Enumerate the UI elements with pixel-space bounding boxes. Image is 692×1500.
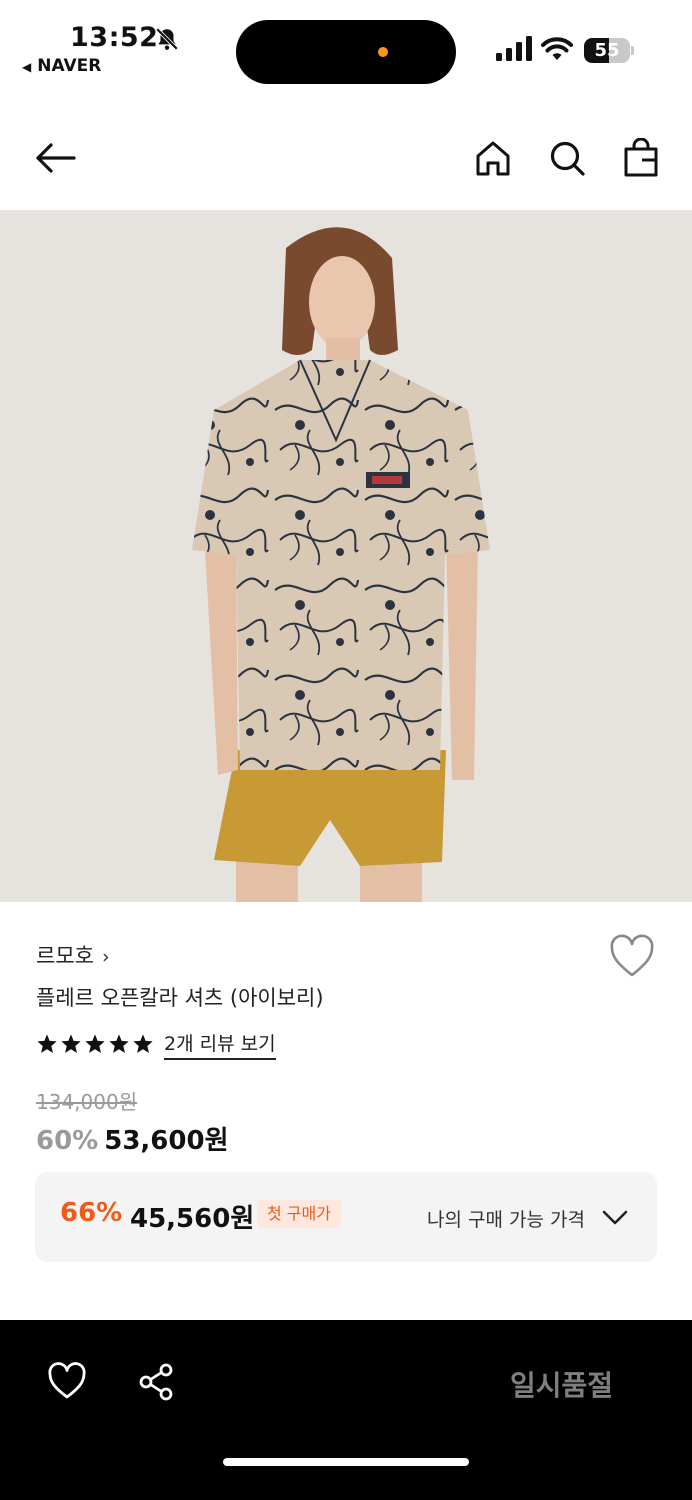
brand-link[interactable]: 르모호 › <box>36 940 110 970</box>
shopping-bag-icon <box>624 138 658 177</box>
sold-out-button[interactable]: 일시품절 <box>510 1364 613 1404</box>
back-button[interactable] <box>34 136 78 180</box>
sale-price: 53,600원 <box>104 1126 229 1156</box>
share-icon[interactable] <box>137 1362 177 1402</box>
heart-icon <box>610 934 654 977</box>
wifi-icon <box>541 37 573 60</box>
bottom-action-bar: 일시품절 <box>0 1320 692 1500</box>
back-arrow-icon <box>36 143 76 173</box>
product-photo <box>0 210 692 902</box>
star-icon <box>109 1034 129 1053</box>
star-rating <box>36 1033 154 1055</box>
original-price: 134,000원 <box>36 1090 138 1114</box>
cellular-signal-icon <box>496 36 532 61</box>
star-icon <box>61 1034 81 1053</box>
home-button[interactable] <box>471 136 515 180</box>
top-navigation <box>0 110 692 206</box>
my-price-label: 나의 구매 가능 가격 <box>427 1209 585 1231</box>
activity-dot <box>378 47 388 57</box>
product-image[interactable] <box>0 210 692 902</box>
home-icon <box>476 141 510 176</box>
price-row: 60% 53,600원 <box>36 1120 229 1157</box>
status-bar: 13:52 ◀ NAVER 55 <box>0 0 692 92</box>
home-indicator <box>223 1458 469 1466</box>
search-button[interactable] <box>545 136 589 180</box>
back-to-app-link[interactable]: ◀ NAVER <box>22 56 101 76</box>
chevron-right-icon: › <box>101 946 110 968</box>
my-price-box[interactable]: 66% 45,560원 첫 구매가 나의 구매 가능 가격 <box>35 1172 657 1262</box>
cart-button[interactable] <box>619 136 663 180</box>
chevron-down-icon[interactable] <box>601 1204 629 1230</box>
wishlist-button[interactable] <box>608 934 656 980</box>
back-app-label: NAVER <box>37 56 102 76</box>
dynamic-island <box>236 20 456 84</box>
rating-row: 2개 리뷰 보기 <box>36 1028 276 1060</box>
star-icon <box>37 1034 57 1053</box>
my-price: 45,560원 <box>130 1204 255 1234</box>
first-purchase-badge: 첫 구매가 <box>257 1200 341 1228</box>
product-title: 플레르 오픈칼라 셔츠 (아이보리) <box>36 986 324 1010</box>
heart-icon[interactable] <box>47 1362 87 1402</box>
battery-indicator: 55 <box>584 38 634 64</box>
brand-name: 르모호 <box>36 944 94 968</box>
back-triangle-icon: ◀ <box>22 60 32 74</box>
discount-rate: 60% <box>36 1126 99 1156</box>
status-time: 13:52 <box>70 22 159 53</box>
bell-muted-icon <box>155 27 179 51</box>
battery-percent: 55 <box>594 40 620 61</box>
search-icon <box>550 141 585 176</box>
star-icon <box>85 1034 105 1053</box>
review-link[interactable]: 2개 리뷰 보기 <box>164 1029 276 1060</box>
my-discount-rate: 66% <box>60 1198 123 1228</box>
star-icon <box>133 1034 153 1053</box>
